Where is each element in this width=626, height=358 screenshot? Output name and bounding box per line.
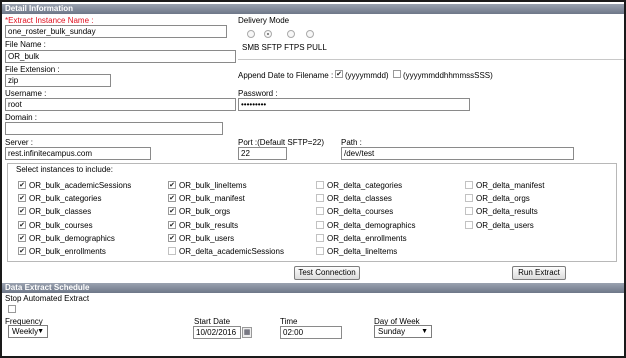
instance-checkbox[interactable]: [168, 247, 176, 255]
server-input[interactable]: rest.infinitecampus.com: [5, 147, 151, 160]
domain-input[interactable]: [5, 122, 223, 135]
instance-label: OR_bulk_categories: [29, 194, 102, 204]
instance-checkbox[interactable]: ✔: [168, 233, 176, 242]
delivery-mode-label: Delivery Mode: [238, 16, 290, 25]
start-date-label: Start Date: [194, 317, 231, 326]
delivery-pull-radio[interactable]: [306, 30, 314, 38]
instance-checkbox[interactable]: [465, 194, 473, 203]
instance-label: OR_bulk_lineItems: [179, 181, 247, 190]
instance-label: OR_bulk_manifest: [179, 194, 245, 204]
instance-checkbox[interactable]: [465, 220, 473, 229]
day-of-week-value: Sunday: [378, 327, 406, 336]
instance-label: OR_delta_enrollments: [327, 233, 407, 243]
instance-label: OR_delta_lineItems: [327, 247, 398, 256]
time-input[interactable]: 02:00: [280, 326, 342, 339]
port-input[interactable]: 22: [238, 147, 287, 160]
instance-label: OR_bulk_demographics: [29, 233, 115, 243]
instance-label: OR_delta_results: [476, 207, 538, 217]
instance-checkbox[interactable]: ✔: [18, 181, 26, 189]
instance-checkbox[interactable]: [465, 181, 473, 189]
instance-checkbox[interactable]: ✔: [168, 194, 176, 203]
append-yyyymmdd-checkbox[interactable]: ✔: [335, 70, 343, 78]
extract-name-label: *Extract Instance Name :: [5, 16, 94, 25]
delivery-mode-options-label: SMB SFTP FTPS PULL: [242, 43, 327, 52]
instance-checkbox[interactable]: [316, 207, 324, 216]
instance-checkbox[interactable]: [465, 207, 473, 216]
delivery-smb-radio[interactable]: [247, 30, 255, 38]
username-label: Username :: [5, 89, 47, 98]
instance-label: OR_delta_categories: [327, 181, 403, 190]
frequency-value: Weekly: [12, 327, 39, 336]
instance-checkbox[interactable]: ✔: [168, 220, 176, 229]
frequency-select[interactable]: Weekly ▼: [8, 325, 48, 338]
append-date-label: Append Date to Filename :: [238, 71, 334, 80]
instance-label: OR_bulk_results: [179, 220, 239, 230]
day-of-week-select[interactable]: Sunday ▼: [374, 325, 432, 338]
server-label: Server :: [5, 138, 34, 147]
run-extract-button[interactable]: Run Extract: [512, 266, 566, 280]
instance-checkbox[interactable]: ✔: [18, 207, 26, 216]
instance-checkbox[interactable]: ✔: [18, 194, 26, 203]
file-extension-input[interactable]: zip: [5, 74, 111, 87]
instances-fieldset: Select instances to include: ✔ OR_bulk_ac…: [7, 163, 617, 262]
instance-label: OR_bulk_orgs: [179, 207, 231, 217]
instance-label: OR_delta_demographics: [327, 220, 416, 230]
instance-checkbox[interactable]: ✔: [18, 220, 26, 229]
path-input[interactable]: /dev/test: [341, 147, 574, 160]
append-timestamp-checkbox[interactable]: [393, 70, 401, 78]
instance-checkbox[interactable]: ✔: [18, 247, 26, 255]
time-label: Time: [280, 317, 298, 326]
test-connection-button[interactable]: Test Connection: [294, 266, 360, 280]
file-extension-label: File Extension :: [5, 65, 60, 74]
instance-label: OR_delta_orgs: [476, 194, 530, 204]
password-input[interactable]: •••••••••: [238, 98, 470, 111]
username-input[interactable]: root: [5, 98, 236, 111]
file-name-label: File Name :: [5, 40, 46, 49]
password-label: Password :: [238, 89, 278, 98]
chevron-down-icon: ▼: [37, 328, 44, 335]
instances-legend: Select instances to include:: [16, 165, 113, 174]
instance-label: OR_bulk_courses: [29, 220, 93, 230]
instance-checkbox[interactable]: [316, 181, 324, 189]
instance-label: OR_delta_academicSessions: [179, 247, 284, 256]
delivery-sftp-radio[interactable]: [264, 30, 272, 38]
stop-automated-extract-label: Stop Automated Extract: [5, 294, 90, 303]
instance-label: OR_delta_manifest: [476, 181, 545, 190]
detail-information-header: Detail Information: [2, 4, 624, 14]
domain-label: Domain :: [5, 113, 38, 122]
file-name-input[interactable]: OR_bulk: [5, 50, 236, 63]
extract-editor: Detail Information *Extract Instance Nam…: [2, 2, 624, 356]
calendar-icon[interactable]: ▦: [242, 327, 252, 338]
instance-checkbox[interactable]: [316, 220, 324, 229]
instance-checkbox[interactable]: [316, 233, 324, 242]
chevron-down-icon: ▼: [421, 328, 428, 335]
stop-automated-extract-checkbox[interactable]: [8, 305, 16, 313]
start-date-input[interactable]: 10/02/2016: [193, 326, 241, 339]
extract-name-input[interactable]: one_roster_bulk_sunday: [5, 25, 227, 38]
append-yyyymmdd-label: (yyyymmdd): [345, 71, 389, 80]
instance-checkbox[interactable]: ✔: [18, 233, 26, 242]
delivery-ftps-radio[interactable]: [287, 30, 295, 38]
instance-label: OR_delta_users: [476, 220, 534, 230]
instance-checkbox[interactable]: [316, 247, 324, 255]
data-extract-schedule-header: Data Extract Schedule: [2, 283, 624, 293]
instance-checkbox[interactable]: ✔: [168, 181, 176, 189]
instance-checkbox[interactable]: [316, 194, 324, 203]
instance-checkbox[interactable]: ✔: [168, 207, 176, 216]
instance-label: OR_bulk_academicSessions: [29, 181, 132, 190]
instance-label: OR_bulk_enrollments: [29, 247, 106, 256]
instance-label: OR_delta_classes: [327, 194, 392, 204]
port-label: Port :(Default SFTP=22): [238, 138, 325, 147]
instance-label: OR_bulk_classes: [29, 207, 92, 217]
instance-label: OR_delta_courses: [327, 207, 394, 217]
path-label: Path :: [341, 138, 362, 147]
divider: [238, 59, 624, 60]
append-timestamp-label: (yyyymmddhhmmssSSS): [403, 71, 493, 80]
instance-label: OR_bulk_users: [179, 233, 235, 243]
